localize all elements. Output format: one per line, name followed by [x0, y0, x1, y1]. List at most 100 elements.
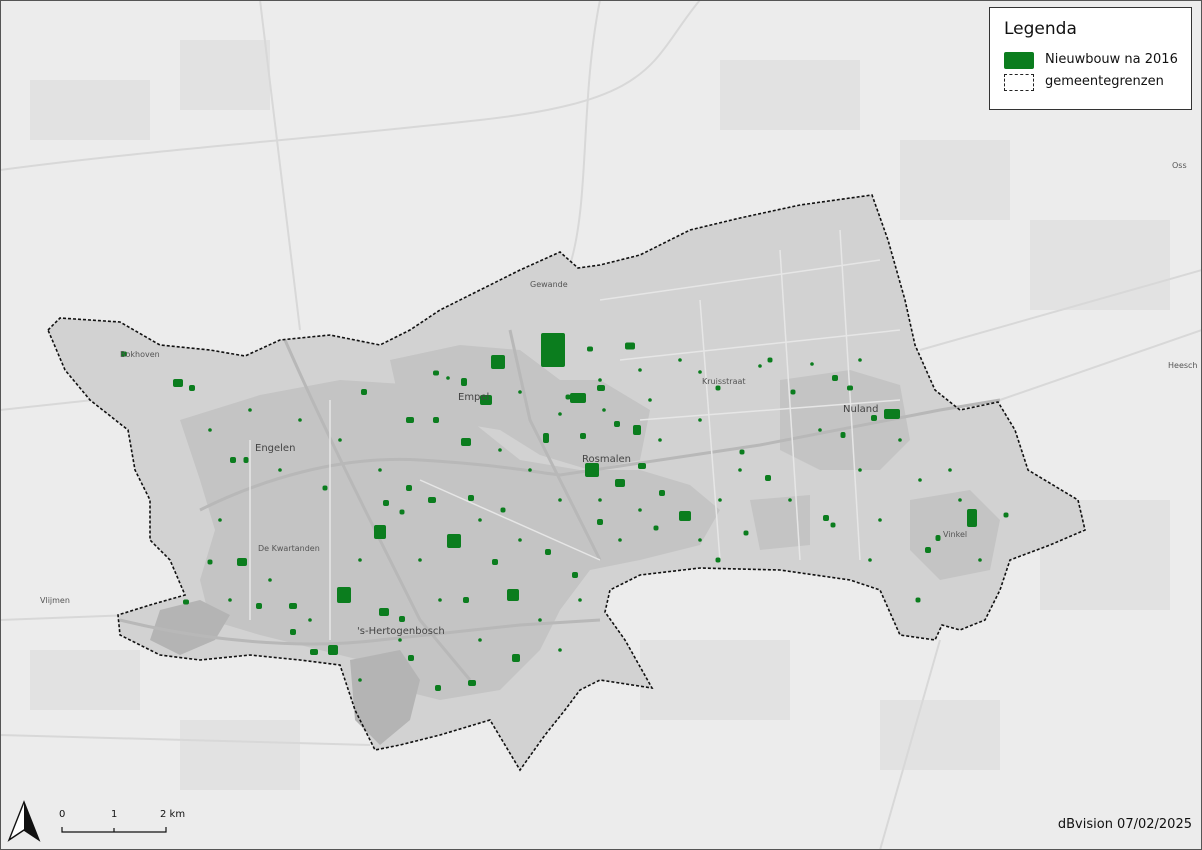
new-construction-dot: [788, 498, 792, 502]
new-construction-dot: [858, 358, 862, 362]
new-construction-patch: [237, 558, 247, 566]
new-construction-dot: [478, 638, 482, 642]
new-construction-dot: [446, 376, 450, 380]
new-construction-patch: [337, 587, 351, 603]
place-label-empel: Empel: [458, 392, 489, 403]
new-construction-patch: [765, 475, 771, 481]
place-label-kruisstraat: Kruisstraat: [702, 377, 746, 386]
new-construction-patch: [435, 685, 441, 691]
new-construction-patch: [189, 385, 195, 391]
new-construction-patch: [322, 485, 328, 491]
place-label-vinkel: Vinkel: [943, 530, 967, 539]
new-construction-patch: [447, 534, 461, 548]
new-construction-dot: [278, 468, 282, 472]
new-construction-dot: [698, 538, 702, 542]
new-construction-patch: [679, 511, 691, 521]
new-construction-patch: [967, 509, 977, 527]
new-construction-patch: [935, 535, 941, 541]
new-construction-patch: [492, 559, 498, 565]
new-construction-patch: [847, 385, 853, 391]
new-construction-patch: [925, 547, 931, 553]
new-construction-dot: [578, 598, 582, 602]
new-construction-dot: [868, 558, 872, 562]
new-construction-patch: [399, 616, 405, 622]
new-construction-patch: [243, 457, 249, 463]
new-construction-patch: [230, 457, 236, 463]
new-construction-dot: [918, 478, 922, 482]
new-construction-patch: [884, 409, 900, 419]
new-construction-patch: [638, 463, 646, 469]
new-construction-dot: [228, 598, 232, 602]
new-construction-patch: [565, 394, 571, 400]
new-construction-patch: [790, 389, 796, 395]
new-construction-patch: [587, 346, 593, 352]
new-construction-patch: [715, 385, 721, 391]
new-construction-dot: [698, 418, 702, 422]
new-construction-dot: [718, 498, 722, 502]
new-construction-patch: [507, 589, 519, 601]
new-construction-patch: [615, 479, 625, 487]
new-construction-dot: [698, 370, 702, 374]
place-label-engelen: Engelen: [255, 443, 295, 454]
place-label-hertogenbosch: 's-Hertogenbosch: [357, 626, 445, 637]
new-construction-patch: [572, 572, 578, 578]
new-construction-patch: [832, 375, 838, 381]
new-construction-patch: [461, 378, 467, 386]
new-construction-patch: [743, 530, 749, 536]
new-construction-dot: [418, 558, 422, 562]
new-construction-dot: [248, 408, 252, 412]
new-construction-dot: [678, 358, 682, 362]
new-construction-patch: [739, 449, 745, 455]
credit-text: dBvision 07/02/2025: [1057, 817, 1192, 832]
new-construction-patch: [541, 333, 565, 367]
legend-label-municipal-boundaries: gemeentegrenzen: [1045, 74, 1164, 89]
new-construction-patch: [915, 597, 921, 603]
new-construction-patch: [500, 507, 506, 513]
new-construction-dot: [518, 538, 522, 542]
new-construction-patch: [597, 385, 605, 391]
new-construction-dot: [398, 638, 402, 642]
new-construction-patch: [823, 515, 829, 521]
new-construction-patch: [715, 557, 721, 563]
new-construction-patch: [570, 393, 586, 403]
new-construction-patch: [408, 655, 414, 661]
new-construction-dot: [758, 364, 762, 368]
new-construction-dot: [598, 378, 602, 382]
new-construction-patch: [383, 500, 389, 506]
new-construction-dot: [948, 468, 952, 472]
new-construction-dot: [810, 362, 814, 366]
new-construction-patch: [463, 597, 469, 603]
new-construction-dot: [818, 428, 822, 432]
new-construction-dot: [358, 558, 362, 562]
new-construction-patch: [491, 355, 505, 369]
new-construction-patch: [468, 495, 474, 501]
new-construction-patch: [871, 415, 877, 421]
new-construction-dot: [558, 498, 562, 502]
new-construction-patch: [399, 509, 405, 515]
new-construction-dot: [602, 408, 606, 412]
legend-title: Legenda: [1004, 19, 1077, 39]
new-construction-dot: [878, 518, 882, 522]
new-construction-dot: [358, 678, 362, 682]
new-construction-patch: [580, 433, 586, 439]
legend-label-new-construction: Nieuwbouw na 2016: [1045, 52, 1178, 67]
new-construction-patch: [433, 370, 439, 376]
new-construction-patch: [625, 342, 635, 350]
new-construction-dot: [638, 508, 642, 512]
new-construction-patch: [289, 603, 297, 609]
new-construction-dot: [268, 578, 272, 582]
new-construction-dot: [638, 368, 642, 372]
new-construction-dot: [338, 438, 342, 442]
place-label-vlijmen: Vlijmen: [40, 596, 70, 605]
new-construction-dot: [528, 468, 532, 472]
new-construction-dot: [538, 618, 542, 622]
place-label-heesch: Heesch: [1168, 361, 1198, 370]
new-construction-patch: [173, 379, 183, 387]
map-canvas[interactable]: Bokhoven Engelen Empel Gewande Rosmalen …: [0, 0, 1202, 850]
new-construction-patch: [659, 490, 665, 496]
new-construction-patch: [328, 645, 338, 655]
legend-swatch-municipal-boundaries: [1004, 74, 1034, 91]
new-construction-dot: [618, 538, 622, 542]
new-construction-dot: [738, 468, 742, 472]
new-construction-patch: [183, 599, 189, 605]
